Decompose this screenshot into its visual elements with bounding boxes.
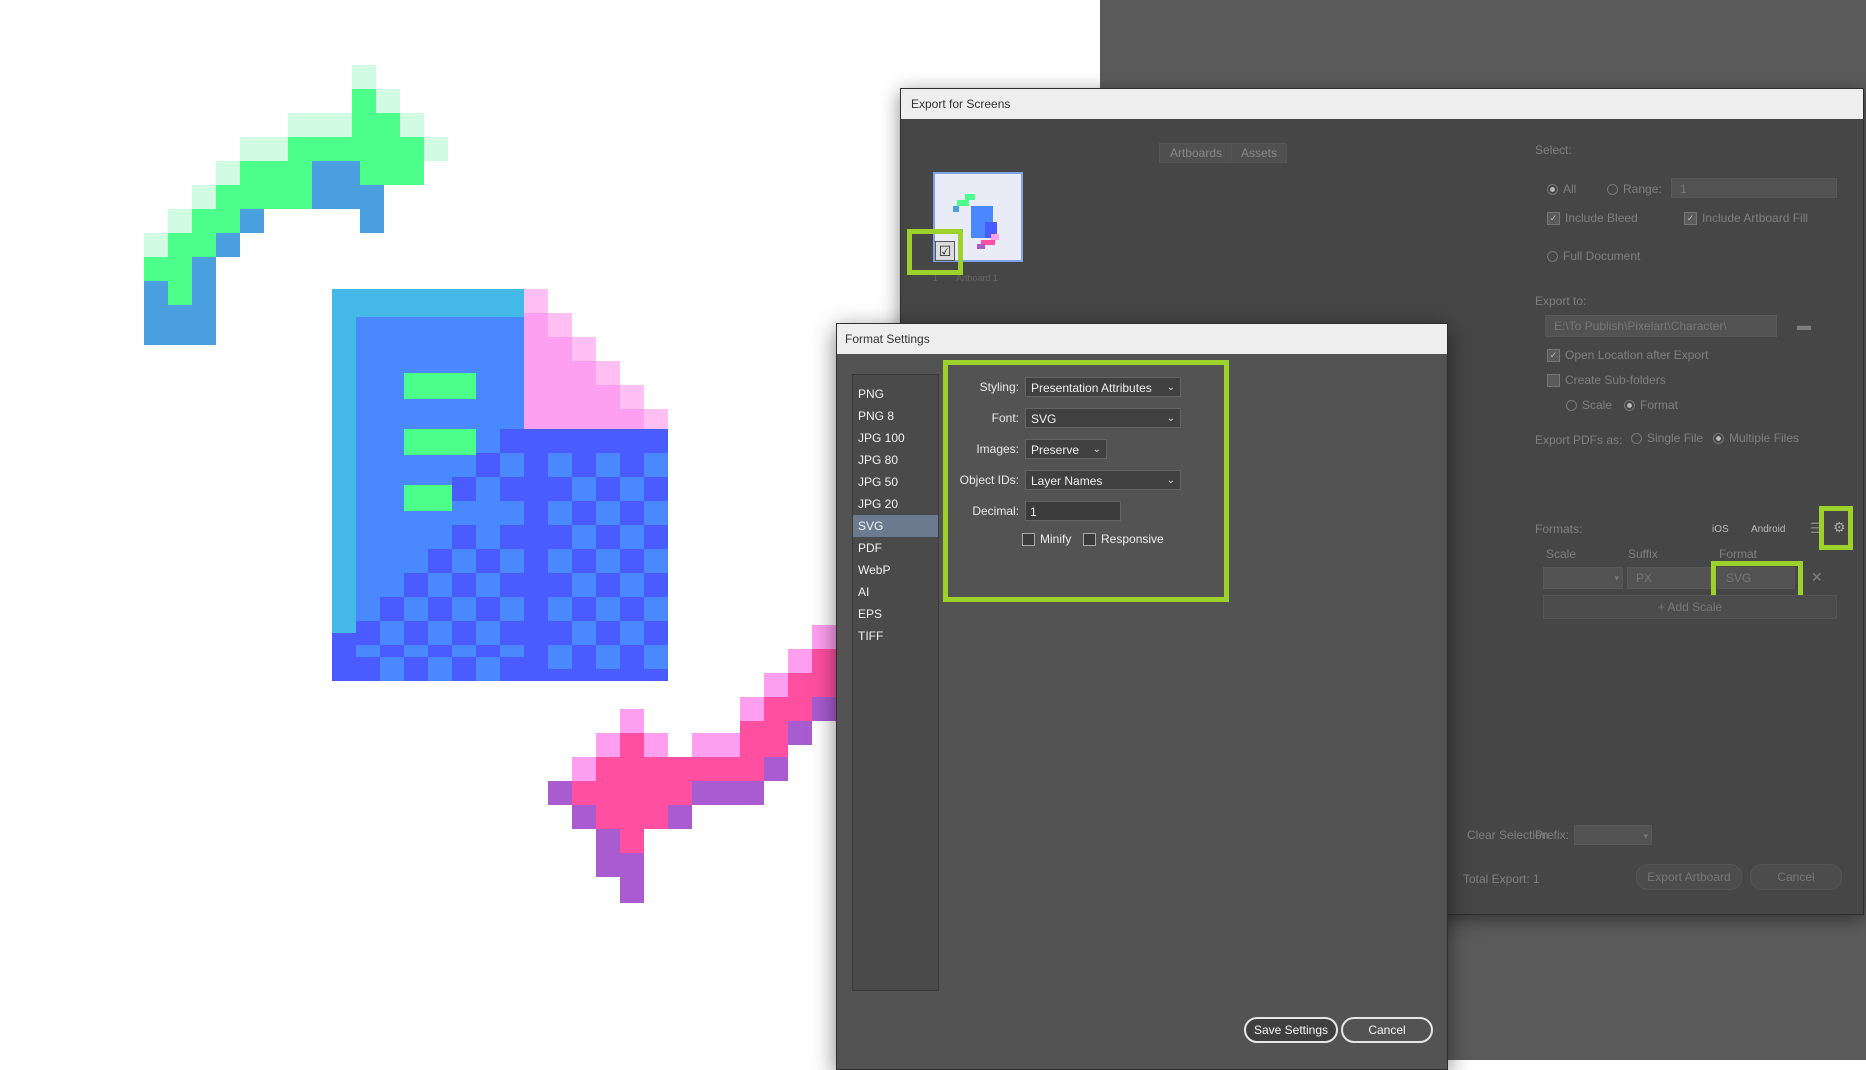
folder-icon[interactable]: ▬ — [1797, 317, 1811, 333]
add-scale-button[interactable]: + Add Scale — [1543, 595, 1837, 619]
highlight-settings-gear — [1819, 506, 1853, 550]
dialog-title: Format Settings — [837, 324, 1447, 354]
save-settings-button[interactable]: Save Settings — [1244, 1017, 1338, 1043]
total-export-text: Total Export: 1 — [1463, 872, 1540, 886]
tab-assets[interactable]: Assets — [1231, 143, 1287, 163]
open-location-checkbox[interactable]: ✓ Open Location after Export — [1547, 348, 1708, 363]
radio-scale[interactable]: Scale — [1566, 398, 1612, 412]
radio-all[interactable]: All — [1547, 182, 1576, 196]
dialog-title: Export for Screens — [901, 89, 1863, 119]
column-scale: Scale — [1546, 547, 1577, 561]
format-item-ai[interactable]: AI — [853, 581, 938, 603]
export-path-input[interactable]: E:\To Publish\Pixelart\Character\ — [1545, 315, 1777, 337]
formats-label: Formats: — [1535, 522, 1583, 536]
create-subfolders-checkbox[interactable]: Create Sub-folders — [1547, 373, 1666, 388]
radio-single-file[interactable]: Single File — [1631, 431, 1703, 445]
android-preset-link[interactable]: Android — [1751, 524, 1785, 535]
export-to-label: Export to: — [1535, 294, 1587, 308]
include-artboard-fill-checkbox[interactable]: ✓ Include Artboard Fill — [1684, 211, 1808, 226]
format-item-tiff[interactable]: TIFF — [853, 625, 938, 647]
cancel-button[interactable]: Cancel — [1341, 1017, 1433, 1043]
document-icon — [332, 289, 668, 681]
export-artboard-button[interactable]: Export Artboard — [1636, 864, 1742, 890]
format-item-pdf[interactable]: PDF — [853, 537, 938, 559]
ios-preset-link[interactable]: iOS — [1712, 524, 1729, 535]
radio-format[interactable]: Format — [1624, 398, 1678, 412]
radio-range[interactable]: Range: — [1607, 182, 1662, 196]
format-item-jpg100[interactable]: JPG 100 — [853, 427, 938, 449]
format-item-png[interactable]: PNG — [853, 383, 938, 405]
highlight-svg-options — [943, 360, 1229, 602]
export-cancel-button[interactable]: Cancel — [1750, 864, 1842, 890]
radio-multiple-files[interactable]: Multiple Files — [1713, 431, 1799, 445]
prefix-label: Prefix: — [1535, 828, 1570, 842]
highlight-artboard-checkbox — [907, 229, 963, 275]
format-item-jpg20[interactable]: JPG 20 — [853, 493, 938, 515]
tab-artboards[interactable]: Artboards — [1159, 143, 1233, 163]
column-format: Format — [1719, 547, 1758, 561]
radio-full-document[interactable]: Full Document — [1547, 249, 1640, 263]
format-item-jpg50[interactable]: JPG 50 — [853, 471, 938, 493]
format-item-svg[interactable]: SVG — [853, 515, 938, 537]
remove-scale-icon[interactable]: ✕ — [1811, 569, 1823, 586]
format-item-webp[interactable]: WebP — [853, 559, 938, 581]
prefix-input[interactable]: ▾ — [1574, 825, 1652, 845]
format-settings-dialog: Format Settings PNG PNG 8 JPG 100 JPG 80… — [836, 323, 1448, 1070]
format-item-eps[interactable]: EPS — [853, 603, 938, 625]
format-list: PNG PNG 8 JPG 100 JPG 80 JPG 50 JPG 20 S… — [852, 374, 939, 991]
suffix-input[interactable]: PX — [1627, 567, 1711, 589]
select-label: Select: — [1535, 143, 1572, 157]
format-item-png8[interactable]: PNG 8 — [853, 405, 938, 427]
format-item-jpg80[interactable]: JPG 80 — [853, 449, 938, 471]
column-suffix: Suffix — [1628, 547, 1658, 561]
scale-select[interactable]: ▾ — [1543, 567, 1623, 589]
range-input[interactable]: 1 — [1671, 178, 1837, 198]
export-pdfs-label: Export PDFs as: — [1535, 433, 1623, 447]
include-bleed-checkbox[interactable]: ✓ Include Bleed — [1547, 211, 1638, 226]
